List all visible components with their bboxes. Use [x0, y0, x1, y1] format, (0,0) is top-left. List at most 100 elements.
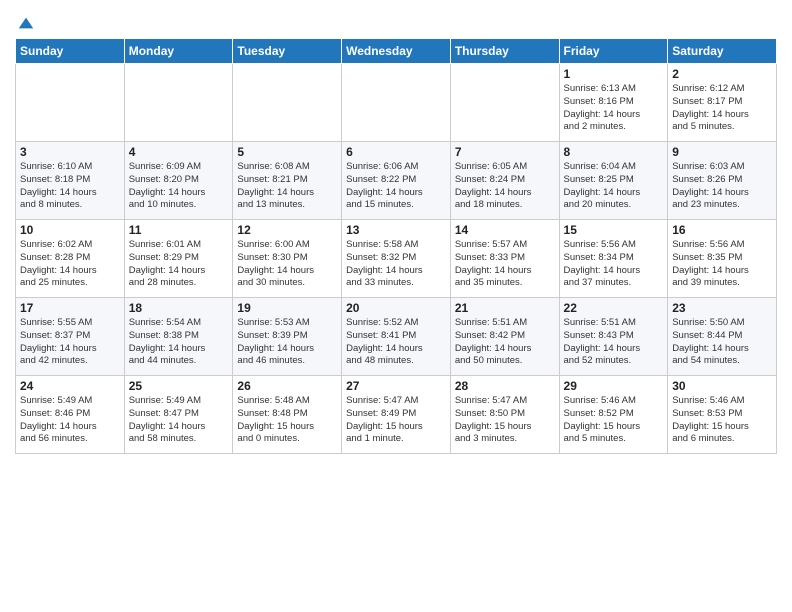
day-number: 26 — [237, 379, 337, 393]
weekday-header: Monday — [124, 39, 233, 64]
calendar-cell — [342, 64, 451, 142]
logo — [15, 14, 35, 32]
calendar-cell: 3 Sunrise: 6:10 AM Sunset: 8:18 PM Daylig… — [16, 142, 125, 220]
day-info: Sunrise: 5:51 AM Sunset: 8:42 PM Dayligh… — [455, 317, 555, 368]
day-info: Sunrise: 5:52 AM Sunset: 8:41 PM Dayligh… — [346, 317, 446, 368]
day-number: 20 — [346, 301, 446, 315]
day-number: 27 — [346, 379, 446, 393]
day-info: Sunrise: 5:56 AM Sunset: 8:35 PM Dayligh… — [672, 239, 772, 290]
calendar-cell: 7 Sunrise: 6:05 AM Sunset: 8:24 PM Daylig… — [450, 142, 559, 220]
day-number: 17 — [20, 301, 120, 315]
calendar-cell: 19 Sunrise: 5:53 AM Sunset: 8:39 PM Dayli… — [233, 298, 342, 376]
day-number: 15 — [564, 223, 664, 237]
day-number: 12 — [237, 223, 337, 237]
calendar-cell: 12 Sunrise: 6:00 AM Sunset: 8:30 PM Dayli… — [233, 220, 342, 298]
day-number: 19 — [237, 301, 337, 315]
calendar-cell: 25Sunrise: 5:49 AM Sunset: 8:47 PM Dayli… — [124, 376, 233, 454]
day-info: Sunrise: 5:57 AM Sunset: 8:33 PM Dayligh… — [455, 239, 555, 290]
calendar-week-row: 1 Sunrise: 6:13 AM Sunset: 8:16 PM Daylig… — [16, 64, 777, 142]
calendar-cell: 30 Sunrise: 5:46 AM Sunset: 8:53 PM Dayli… — [668, 376, 777, 454]
calendar-cell: 15 Sunrise: 5:56 AM Sunset: 8:34 PM Dayli… — [559, 220, 668, 298]
day-info: Sunrise: 6:10 AM Sunset: 8:18 PM Dayligh… — [20, 161, 120, 212]
calendar-cell: 4 Sunrise: 6:09 AM Sunset: 8:20 PM Daylig… — [124, 142, 233, 220]
calendar-cell: 20 Sunrise: 5:52 AM Sunset: 8:41 PM Dayli… — [342, 298, 451, 376]
day-number: 7 — [455, 145, 555, 159]
day-number: 1 — [564, 67, 664, 81]
day-info: Sunrise: 6:02 AM Sunset: 8:28 PM Dayligh… — [20, 239, 120, 290]
weekday-header: Wednesday — [342, 39, 451, 64]
day-info: Sunrise: 6:06 AM Sunset: 8:22 PM Dayligh… — [346, 161, 446, 212]
calendar-cell: 14 Sunrise: 5:57 AM Sunset: 8:33 PM Dayli… — [450, 220, 559, 298]
calendar-cell: 1 Sunrise: 6:13 AM Sunset: 8:16 PM Daylig… — [559, 64, 668, 142]
calendar-cell: 23Sunrise: 5:50 AM Sunset: 8:44 PM Dayli… — [668, 298, 777, 376]
day-info: Sunrise: 6:09 AM Sunset: 8:20 PM Dayligh… — [129, 161, 229, 212]
day-info: Sunrise: 6:04 AM Sunset: 8:25 PM Dayligh… — [564, 161, 664, 212]
day-number: 14 — [455, 223, 555, 237]
calendar-cell: 5Sunrise: 6:08 AM Sunset: 8:21 PM Daylig… — [233, 142, 342, 220]
weekday-header: Sunday — [16, 39, 125, 64]
day-info: Sunrise: 6:08 AM Sunset: 8:21 PM Dayligh… — [237, 161, 337, 212]
calendar-cell: 6 Sunrise: 6:06 AM Sunset: 8:22 PM Daylig… — [342, 142, 451, 220]
day-number: 28 — [455, 379, 555, 393]
calendar-cell — [16, 64, 125, 142]
day-info: Sunrise: 5:46 AM Sunset: 8:53 PM Dayligh… — [672, 395, 772, 446]
logo-icon — [17, 14, 35, 32]
day-info: Sunrise: 6:00 AM Sunset: 8:30 PM Dayligh… — [237, 239, 337, 290]
calendar-header-row: SundayMondayTuesdayWednesdayThursdayFrid… — [16, 39, 777, 64]
calendar-cell — [450, 64, 559, 142]
day-info: Sunrise: 5:55 AM Sunset: 8:37 PM Dayligh… — [20, 317, 120, 368]
day-info: Sunrise: 6:12 AM Sunset: 8:17 PM Dayligh… — [672, 83, 772, 134]
calendar-cell: 21 Sunrise: 5:51 AM Sunset: 8:42 PM Dayli… — [450, 298, 559, 376]
calendar-cell: 9 Sunrise: 6:03 AM Sunset: 8:26 PM Daylig… — [668, 142, 777, 220]
calendar-cell: 13Sunrise: 5:58 AM Sunset: 8:32 PM Dayli… — [342, 220, 451, 298]
weekday-header: Tuesday — [233, 39, 342, 64]
day-info: Sunrise: 5:47 AM Sunset: 8:49 PM Dayligh… — [346, 395, 446, 446]
day-number: 16 — [672, 223, 772, 237]
day-info: Sunrise: 5:47 AM Sunset: 8:50 PM Dayligh… — [455, 395, 555, 446]
calendar-cell — [233, 64, 342, 142]
day-number: 11 — [129, 223, 229, 237]
day-info: Sunrise: 6:01 AM Sunset: 8:29 PM Dayligh… — [129, 239, 229, 290]
day-number: 21 — [455, 301, 555, 315]
day-info: Sunrise: 5:56 AM Sunset: 8:34 PM Dayligh… — [564, 239, 664, 290]
calendar-cell: 28 Sunrise: 5:47 AM Sunset: 8:50 PM Dayli… — [450, 376, 559, 454]
day-number: 10 — [20, 223, 120, 237]
calendar-table: SundayMondayTuesdayWednesdayThursdayFrid… — [15, 38, 777, 454]
calendar-cell: 17 Sunrise: 5:55 AM Sunset: 8:37 PM Dayli… — [16, 298, 125, 376]
day-number: 3 — [20, 145, 120, 159]
calendar-week-row: 10 Sunrise: 6:02 AM Sunset: 8:28 PM Dayli… — [16, 220, 777, 298]
day-info: Sunrise: 6:13 AM Sunset: 8:16 PM Dayligh… — [564, 83, 664, 134]
calendar-cell: 29Sunrise: 5:46 AM Sunset: 8:52 PM Dayli… — [559, 376, 668, 454]
day-info: Sunrise: 5:49 AM Sunset: 8:47 PM Dayligh… — [129, 395, 229, 446]
day-info: Sunrise: 6:05 AM Sunset: 8:24 PM Dayligh… — [455, 161, 555, 212]
weekday-header: Saturday — [668, 39, 777, 64]
calendar-cell: 11 Sunrise: 6:01 AM Sunset: 8:29 PM Dayli… — [124, 220, 233, 298]
weekday-header: Thursday — [450, 39, 559, 64]
day-number: 24 — [20, 379, 120, 393]
calendar-week-row: 24 Sunrise: 5:49 AM Sunset: 8:46 PM Dayli… — [16, 376, 777, 454]
calendar-cell: 10 Sunrise: 6:02 AM Sunset: 8:28 PM Dayli… — [16, 220, 125, 298]
page-container: SundayMondayTuesdayWednesdayThursdayFrid… — [0, 0, 792, 464]
day-info: Sunrise: 5:46 AM Sunset: 8:52 PM Dayligh… — [564, 395, 664, 446]
day-number: 9 — [672, 145, 772, 159]
calendar-cell: 16 Sunrise: 5:56 AM Sunset: 8:35 PM Dayli… — [668, 220, 777, 298]
calendar-cell — [124, 64, 233, 142]
day-info: Sunrise: 5:53 AM Sunset: 8:39 PM Dayligh… — [237, 317, 337, 368]
day-info: Sunrise: 5:48 AM Sunset: 8:48 PM Dayligh… — [237, 395, 337, 446]
day-number: 8 — [564, 145, 664, 159]
calendar-cell: 18Sunrise: 5:54 AM Sunset: 8:38 PM Dayli… — [124, 298, 233, 376]
day-info: Sunrise: 5:49 AM Sunset: 8:46 PM Dayligh… — [20, 395, 120, 446]
day-number: 6 — [346, 145, 446, 159]
day-info: Sunrise: 5:51 AM Sunset: 8:43 PM Dayligh… — [564, 317, 664, 368]
day-number: 30 — [672, 379, 772, 393]
day-info: Sunrise: 6:03 AM Sunset: 8:26 PM Dayligh… — [672, 161, 772, 212]
day-number: 13 — [346, 223, 446, 237]
day-info: Sunrise: 5:50 AM Sunset: 8:44 PM Dayligh… — [672, 317, 772, 368]
weekday-header: Friday — [559, 39, 668, 64]
calendar-week-row: 3 Sunrise: 6:10 AM Sunset: 8:18 PM Daylig… — [16, 142, 777, 220]
header — [15, 10, 777, 32]
calendar-cell: 26 Sunrise: 5:48 AM Sunset: 8:48 PM Dayli… — [233, 376, 342, 454]
day-info: Sunrise: 5:54 AM Sunset: 8:38 PM Dayligh… — [129, 317, 229, 368]
day-number: 4 — [129, 145, 229, 159]
day-number: 22 — [564, 301, 664, 315]
